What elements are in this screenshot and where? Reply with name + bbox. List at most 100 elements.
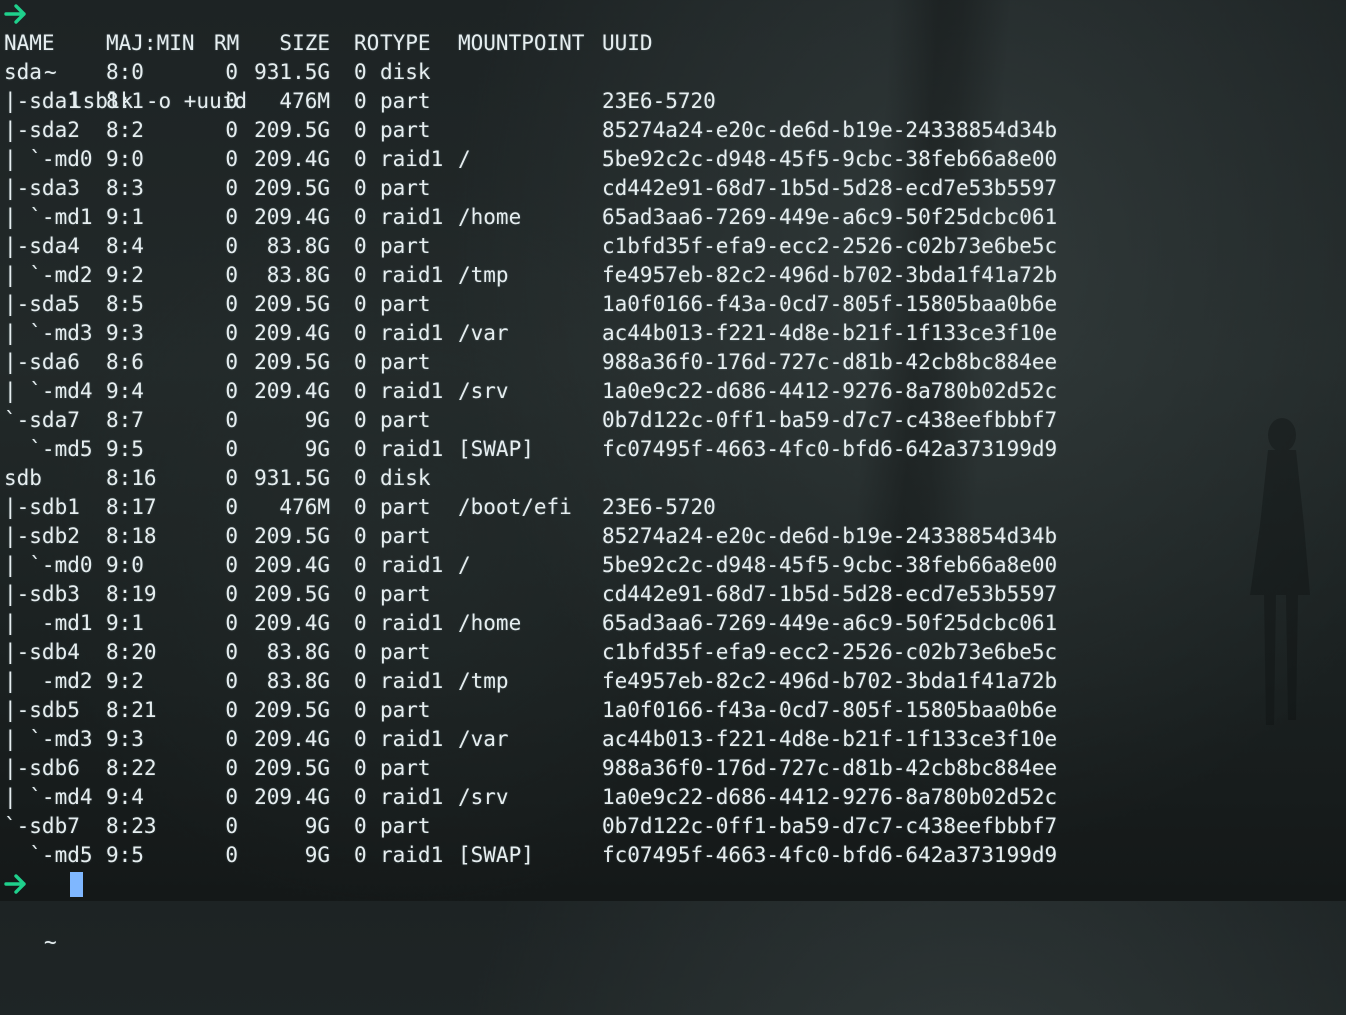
cell-rm: 0 (225, 437, 238, 461)
cell-uuid: 988a36f0-176d-727c-d81b-42cb8bc884ee (602, 756, 1058, 780)
cell-name: sda (4, 60, 42, 84)
cell-name: |-sda6 (4, 350, 80, 374)
cell-name: | `-md4 (4, 785, 93, 809)
cell-name: | `-md4 (4, 379, 93, 403)
cell-type: raid1 (380, 205, 444, 229)
cell-uuid: 1a0f0166-f43a-0cd7-805f-15805baa0b6e (602, 292, 1058, 316)
table-row: |-sda1 8:1 0 476M 0 part 23E6-5720 (4, 87, 1334, 116)
cell-name: | -md1 (4, 611, 93, 635)
cell-size: 209.5G (254, 582, 330, 606)
cell-majmin: 9:4 (106, 379, 144, 403)
cell-majmin: 8:0 (106, 60, 144, 84)
cell-majmin: 8:17 (106, 495, 157, 519)
table-row: | `-md4 9:4 0 209.4G 0 raid1/srv 1a0e9c22-d686… (4, 783, 1334, 812)
cell-uuid: 1a0f0166-f43a-0cd7-805f-15805baa0b6e (602, 698, 1058, 722)
cell-uuid: 1a0e9c22-d686-4412-9276-8a780b02d52c (602, 379, 1058, 403)
cell-name: |-sda1 (4, 89, 80, 113)
cell-name: `-sdb7 (4, 814, 80, 838)
cell-type: part (380, 756, 431, 780)
cell-ro: 0 (354, 379, 367, 403)
cell-type: raid1 (380, 785, 444, 809)
cell-uuid: fc07495f-4663-4fc0-bfd6-642a373199d9 (602, 843, 1058, 867)
table-row: |-sda3 8:3 0 209.5G 0 part cd442e91-68d7-1b5d-… (4, 174, 1334, 203)
cell-uuid: fe4957eb-82c2-496d-b702-3bda1f41a72b (602, 263, 1058, 287)
cell-type: part (380, 89, 431, 113)
cell-mountpoint: /var (458, 321, 509, 345)
cell-mountpoint: /srv (458, 379, 509, 403)
cell-size: 83.8G (266, 640, 330, 664)
table-row: `-md5 9:5 0 9G 0 raid1 [SWAP] fc07495f-4663-4fc… (4, 435, 1334, 464)
cell-rm: 0 (225, 466, 238, 490)
cell-size: 209.4G (254, 379, 330, 403)
cell-ro: 0 (354, 640, 367, 664)
cell-rm: 0 (225, 785, 238, 809)
cell-type: raid1 (380, 263, 444, 287)
cell-size: 209.4G (254, 553, 330, 577)
header-type: TYPE (380, 31, 431, 55)
header-ro: RO (354, 31, 380, 55)
cell-size: 209.5G (254, 698, 330, 722)
table-row: `-sda7 8:7 0 9G 0 part 0b7d122c-0ff1-ba59-d7c7… (4, 406, 1334, 435)
cell-mountpoint: / (458, 553, 471, 577)
cell-rm: 0 (225, 60, 238, 84)
cell-rm: 0 (225, 611, 238, 635)
table-row: | `-md3 9:3 0 209.4G 0 raid1/var ac44b013-f221… (4, 319, 1334, 348)
cell-size: 931.5G (254, 60, 330, 84)
cell-type: raid1 (380, 727, 444, 751)
cell-type: part (380, 350, 431, 374)
cell-ro: 0 (354, 60, 367, 84)
cell-size: 9G (304, 814, 330, 838)
cell-rm: 0 (225, 234, 238, 258)
cell-size: 209.4G (254, 727, 330, 751)
cell-name: |-sdb1 (4, 495, 80, 519)
cell-uuid: 23E6-5720 (602, 89, 716, 113)
cell-type: raid1 (380, 843, 444, 867)
table-row: |-sdb5 8:21 0 209.5G 0 part 1a0f0166-f43a-0cd7… (4, 696, 1334, 725)
cell-name: | -md2 (4, 669, 93, 693)
cell-size: 209.5G (254, 118, 330, 142)
cell-size: 83.8G (266, 234, 330, 258)
cell-ro: 0 (354, 495, 367, 519)
cell-ro: 0 (354, 437, 367, 461)
cell-type: disk (380, 60, 431, 84)
cell-size: 209.5G (254, 756, 330, 780)
cell-name: | `-md2 (4, 263, 93, 287)
cell-type: part (380, 495, 431, 519)
cell-ro: 0 (354, 205, 367, 229)
cell-majmin: 9:0 (106, 147, 144, 171)
cell-rm: 0 (225, 756, 238, 780)
cell-majmin: 8:18 (106, 524, 157, 548)
cell-uuid: c1bfd35f-efa9-ecc2-2526-c02b73e6be5c (602, 234, 1058, 258)
cell-uuid: cd442e91-68d7-1b5d-5d28-ecd7e53b5597 (602, 582, 1058, 606)
cell-type: raid1 (380, 611, 444, 635)
header-mountpoint: MOUNTPOINT (458, 31, 585, 55)
cell-type: part (380, 582, 431, 606)
cell-type: part (380, 640, 431, 664)
cell-rm: 0 (225, 379, 238, 403)
cell-majmin: 8:6 (106, 350, 144, 374)
cell-type: raid1 (380, 147, 444, 171)
text-cursor[interactable] (70, 872, 83, 897)
table-row: |-sdb1 8:17 0 476M 0 part/boot/efi 23E6-5720 (4, 493, 1334, 522)
table-row: sda 8:0 0 931.5G 0 disk (4, 58, 1334, 87)
table-row: | `-md3 9:3 0 209.4G 0 raid1/var ac44b013-f221… (4, 725, 1334, 754)
cell-type: part (380, 408, 431, 432)
table-row: |-sda5 8:5 0 209.5G 0 part 1a0f0166-f43a-0cd7-… (4, 290, 1334, 319)
cell-type: raid1 (380, 437, 444, 461)
cell-uuid: 65ad3aa6-7269-449e-a6c9-50f25dcbc061 (602, 611, 1058, 635)
cell-size: 209.5G (254, 292, 330, 316)
table-row: sdb 8:16 0 931.5G 0 disk (4, 464, 1334, 493)
cell-name: sdb (4, 466, 42, 490)
cell-name: |-sda4 (4, 234, 80, 258)
cell-type: raid1 (380, 321, 444, 345)
cell-rm: 0 (225, 205, 238, 229)
cell-size: 209.4G (254, 321, 330, 345)
cell-ro: 0 (354, 611, 367, 635)
cell-rm: 0 (225, 669, 238, 693)
cell-majmin: 8:20 (106, 640, 157, 664)
table-row: | `-md1 9:1 0 209.4G 0 raid1/home 65ad3aa6-726… (4, 203, 1334, 232)
cell-rm: 0 (225, 495, 238, 519)
cell-mountpoint: /srv (458, 785, 509, 809)
prompt-line[interactable]: ~ (4, 870, 1334, 954)
cell-rm: 0 (225, 814, 238, 838)
